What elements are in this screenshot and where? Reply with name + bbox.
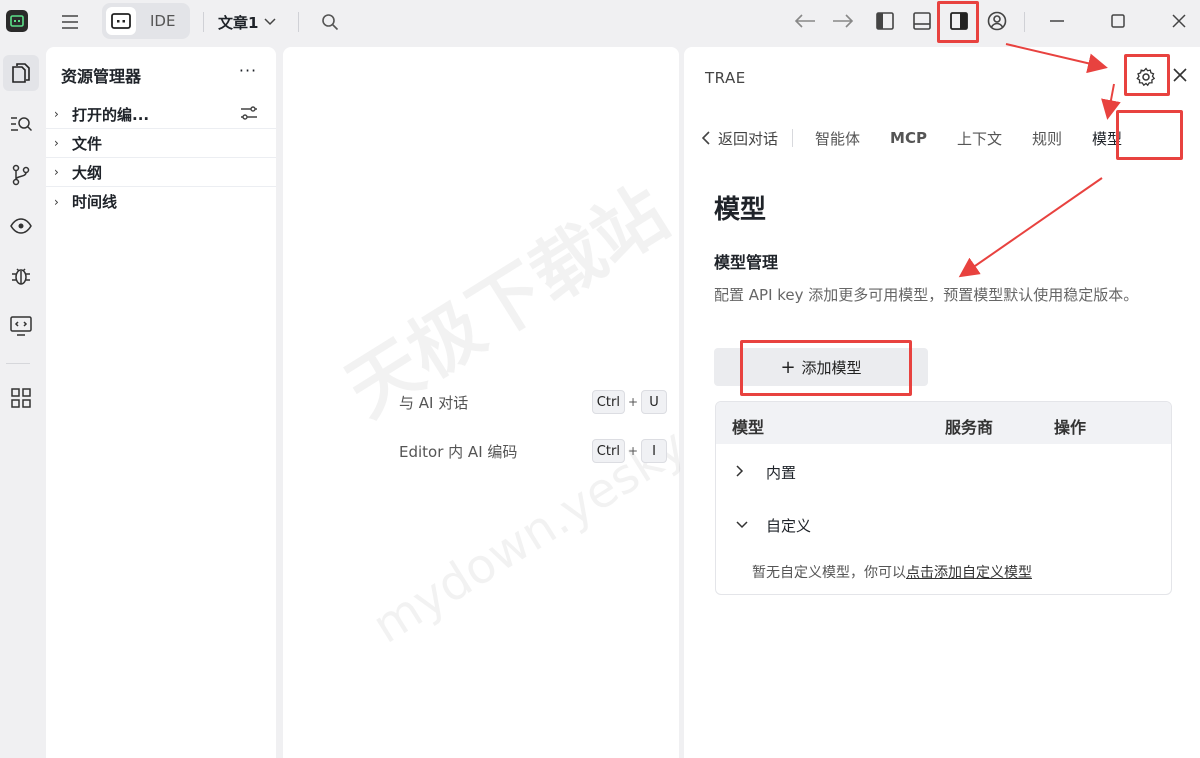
column-header-model: 模型 xyxy=(732,418,765,437)
arrow-right-icon[interactable] xyxy=(828,6,858,36)
ide-logo-icon xyxy=(106,7,136,35)
close-panel-icon[interactable] xyxy=(1172,67,1196,91)
explorer-title: 资源管理器 xyxy=(61,67,142,86)
filter-settings-icon[interactable] xyxy=(240,104,260,124)
minimize-icon[interactable] xyxy=(1042,6,1072,36)
divider xyxy=(1024,12,1025,32)
highlight-right-panel-toggle xyxy=(937,1,979,43)
empty-state-note: 暂无自定义模型，你可以点击添加自定义模型 xyxy=(752,562,1032,582)
title-bar: IDE 文章1 xyxy=(0,0,1200,44)
extensions-grid-icon[interactable] xyxy=(3,380,39,416)
shortcut-label: 与 AI 对话 xyxy=(399,393,469,412)
page-title: 模型 xyxy=(714,195,767,225)
back-label: 返回对话 xyxy=(718,129,779,148)
chevron-right-icon xyxy=(736,464,750,480)
divider xyxy=(298,12,299,32)
add-custom-model-link[interactable]: 点击添加自定义模型 xyxy=(906,565,1032,581)
shortcut-label: Editor 内 AI 编码 xyxy=(399,442,518,461)
chevron-left-icon xyxy=(702,131,710,145)
maximize-icon[interactable] xyxy=(1103,6,1133,36)
settings-tabs: 返回对话 智能体 MCP 上下文 规则 模型 xyxy=(702,125,1122,151)
tree-section-label: 打开的编... xyxy=(72,105,150,124)
divider xyxy=(203,12,204,32)
activity-bar xyxy=(0,44,45,758)
chevron-right-icon: › xyxy=(54,107,59,121)
arrow-left-icon[interactable] xyxy=(790,6,820,36)
ide-tab-label: IDE xyxy=(150,12,176,30)
tab-mcp[interactable]: MCP xyxy=(890,129,927,147)
kbd-key: Ctrl xyxy=(591,390,625,414)
explorer-sidebar: 资源管理器 ··· › 打开的编... › 文件 › 大纲 › 时间线 xyxy=(46,47,276,758)
tab-rules[interactable]: 规则 xyxy=(1032,128,1062,149)
preview-eye-icon[interactable] xyxy=(3,208,39,244)
empty-state-text: 暂无自定义模型，你可以 xyxy=(752,565,906,581)
divider xyxy=(792,129,794,147)
group-label: 自定义 xyxy=(766,516,812,535)
debug-bug-icon[interactable] xyxy=(3,258,39,294)
chevron-down-icon xyxy=(736,518,750,532)
document-title-dropdown[interactable]: 文章1 xyxy=(218,9,276,35)
chevron-right-icon: › xyxy=(54,165,59,179)
kbd-key: I xyxy=(641,439,667,463)
chevron-right-icon: › xyxy=(54,194,59,209)
column-header-provider: 服务商 xyxy=(945,418,994,437)
highlight-models-tab xyxy=(1116,110,1183,160)
tree-section-outline[interactable]: › 大纲 xyxy=(46,158,276,187)
account-icon[interactable] xyxy=(982,6,1012,36)
toggle-bottom-panel-icon[interactable] xyxy=(907,6,937,36)
search-icon[interactable] xyxy=(316,8,344,36)
chevron-down-icon xyxy=(264,18,276,26)
editor-area: 天极下载站 mydown.yesky.com 与 AI 对话 Ctrl + U … xyxy=(283,47,790,758)
more-options-icon[interactable]: ··· xyxy=(236,61,260,81)
chevron-right-icon: › xyxy=(54,136,59,150)
document-title: 文章1 xyxy=(218,13,259,32)
activity-divider xyxy=(6,363,30,364)
source-control-icon[interactable] xyxy=(3,157,39,193)
tree-section-label: 文件 xyxy=(72,134,103,153)
kbd-key: Ctrl xyxy=(591,439,625,463)
tab-context[interactable]: 上下文 xyxy=(957,128,1002,149)
panel-title: TRAE xyxy=(705,69,746,87)
tree-section-open-editors[interactable]: › 打开的编... xyxy=(46,100,276,129)
shortcut-chat: 与 AI 对话 Ctrl + U xyxy=(399,389,667,415)
tree-section-timeline[interactable]: › 时间线 xyxy=(46,187,276,216)
model-table: 模型 服务商 操作 内置 自定义 暂无自定义模型，你可以点击添加自定义模型 xyxy=(715,401,1172,595)
shortcut-inline-ai: Editor 内 AI 编码 Ctrl + I xyxy=(399,438,667,464)
tab-agents[interactable]: 智能体 xyxy=(815,128,860,149)
group-row-builtin[interactable]: 内置 xyxy=(716,459,796,485)
highlight-add-model xyxy=(740,340,912,396)
tree-section-files[interactable]: › 文件 xyxy=(46,129,276,158)
kbd-key: U xyxy=(641,390,667,414)
section-description: 配置 API key 添加更多可用模型，预置模型默认使用稳定版本。 xyxy=(714,286,1139,304)
tree-section-label: 时间线 xyxy=(72,193,118,211)
column-header-action: 操作 xyxy=(1054,418,1087,437)
ide-mode-tab[interactable]: IDE xyxy=(102,3,190,39)
tree-section-label: 大纲 xyxy=(72,163,103,182)
search-files-icon[interactable] xyxy=(3,106,39,142)
explorer-files-icon[interactable] xyxy=(3,55,39,91)
highlight-gear xyxy=(1124,54,1170,96)
hamburger-menu-icon[interactable] xyxy=(56,8,84,36)
section-title: 模型管理 xyxy=(714,253,779,272)
group-row-custom[interactable]: 自定义 xyxy=(716,512,811,538)
back-to-chat-button[interactable]: 返回对话 xyxy=(702,128,778,149)
app-logo-icon xyxy=(6,10,28,32)
remote-explorer-icon[interactable] xyxy=(3,308,39,344)
close-window-icon[interactable] xyxy=(1164,6,1194,36)
toggle-left-sidebar-icon[interactable] xyxy=(870,6,900,36)
table-header: 模型 服务商 操作 xyxy=(716,402,1171,444)
group-label: 内置 xyxy=(766,463,797,482)
